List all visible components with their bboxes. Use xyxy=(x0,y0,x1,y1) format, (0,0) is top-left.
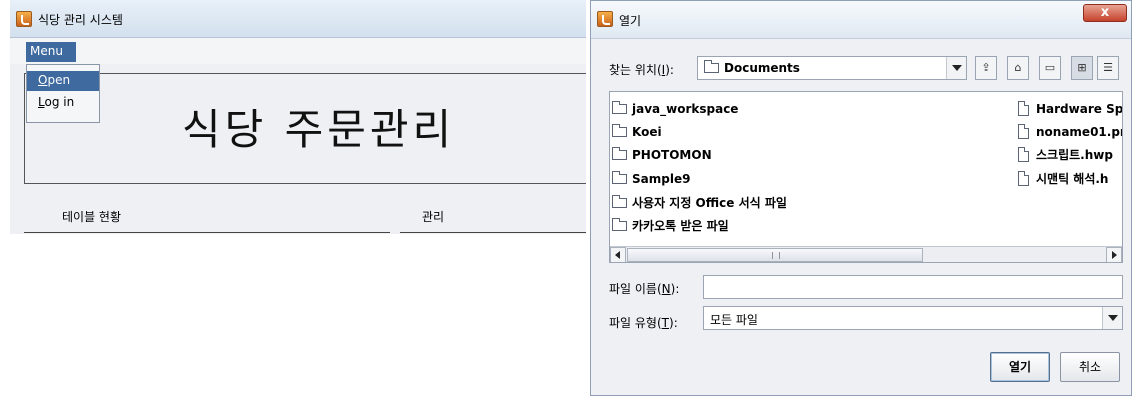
details-view-button[interactable]: ☰ xyxy=(1097,56,1119,80)
scroll-right-icon[interactable] xyxy=(1106,247,1122,262)
list-item[interactable]: Koei xyxy=(612,123,662,141)
table-status-label: 테이블 현황 xyxy=(62,210,122,224)
new-folder-icon: ▭ xyxy=(1044,61,1056,74)
list-view-button[interactable]: ⊞ xyxy=(1071,56,1093,80)
list-item[interactable]: 시맨틱 해석.h xyxy=(1016,170,1108,188)
list-item[interactable]: Hardware Spe xyxy=(1016,100,1122,118)
look-in-label: 찾는 위치(I): xyxy=(609,63,674,77)
window-titlebar: 식당 관리 시스템 xyxy=(10,0,586,38)
file-icon xyxy=(1018,124,1029,139)
file-type-combo[interactable]: 모든 파일 xyxy=(703,306,1123,330)
file-type-label: 파일 유형(T): xyxy=(609,316,678,330)
folder-icon xyxy=(704,60,719,73)
list-item[interactable]: PHOTOMON xyxy=(612,146,712,164)
menu-item-open[interactable]: Open xyxy=(27,71,99,91)
folder-icon xyxy=(612,101,627,114)
menu-bar: Menu xyxy=(10,38,586,64)
file-icon xyxy=(1018,101,1029,116)
scroll-left-icon[interactable] xyxy=(610,247,626,262)
divider xyxy=(24,232,390,233)
scrollbar-thumb[interactable] xyxy=(627,248,923,262)
list-item[interactable]: 카카오톡 받은 파일 xyxy=(612,217,729,235)
file-icon xyxy=(1018,171,1029,186)
details-view-icon: ☰ xyxy=(1103,61,1113,74)
folder-icon xyxy=(612,124,627,137)
menu-button[interactable]: Menu xyxy=(26,42,76,62)
list-item[interactable]: 사용자 지정 Office 서식 파일 xyxy=(612,194,787,212)
list-item[interactable]: Sample9 xyxy=(612,170,690,188)
home-icon: ⌂ xyxy=(1014,61,1022,74)
up-folder-icon: ⇪ xyxy=(981,61,991,74)
file-list[interactable]: java_workspace Koei PHOTOMON Sample9 사용자… xyxy=(609,91,1123,263)
divider xyxy=(400,232,586,233)
folder-icon xyxy=(612,218,627,231)
home-button[interactable]: ⌂ xyxy=(1007,56,1029,80)
folder-icon xyxy=(612,195,627,208)
look-in-combo[interactable]: Documents xyxy=(697,56,967,80)
dialog-title: 열기 xyxy=(619,14,642,28)
horizontal-scrollbar[interactable] xyxy=(610,246,1122,262)
java-app-icon xyxy=(597,11,613,27)
close-button[interactable]: x xyxy=(1083,4,1127,22)
file-name-label: 파일 이름(N): xyxy=(609,282,680,296)
java-app-icon xyxy=(16,11,32,27)
chevron-down-icon[interactable] xyxy=(946,57,966,79)
chevron-down-icon[interactable] xyxy=(1102,307,1122,329)
window-title: 식당 관리 시스템 xyxy=(38,13,123,27)
manage-label: 관리 xyxy=(422,210,445,224)
file-type-value: 모든 파일 xyxy=(710,313,758,327)
menu-item-login[interactable]: Log in xyxy=(27,93,99,113)
list-view-icon: ⊞ xyxy=(1077,61,1087,74)
new-folder-button[interactable]: ▭ xyxy=(1039,56,1061,80)
dialog-titlebar: 열기 x xyxy=(591,1,1131,39)
folder-icon xyxy=(612,171,627,184)
look-in-value: Documents xyxy=(724,61,800,75)
list-item[interactable]: java_workspace xyxy=(612,100,738,118)
open-button[interactable]: 열기 xyxy=(990,352,1050,382)
menu-dropdown: Open Log in xyxy=(26,64,100,123)
main-title: 식당 주문관리 xyxy=(182,105,456,154)
file-name-input[interactable] xyxy=(703,275,1123,299)
file-icon xyxy=(1018,147,1029,162)
open-file-dialog: 열기 x 찾는 위치(I): Documents ⇪ ⌂ ▭ ⊞ ☰ java_… xyxy=(590,0,1132,396)
folder-icon xyxy=(612,147,627,160)
cancel-button[interactable]: 취소 xyxy=(1060,352,1120,382)
restaurant-window: 식당 관리 시스템 Menu 식당 주문관리 Open Log in 테이블 현… xyxy=(10,0,586,234)
up-folder-button[interactable]: ⇪ xyxy=(975,56,997,80)
list-item[interactable]: 스크립트.hwp xyxy=(1016,146,1113,164)
list-item[interactable]: noname01.png xyxy=(1016,123,1122,141)
